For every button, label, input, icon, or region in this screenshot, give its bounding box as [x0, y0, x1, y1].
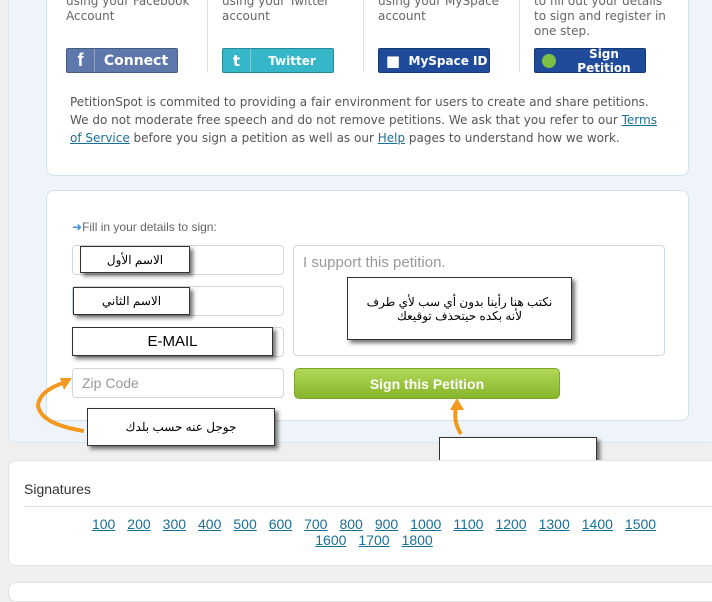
- signature-page-link[interactable]: 1500: [625, 516, 656, 532]
- arrowhead: [450, 398, 464, 410]
- signatures-title: Signatures: [24, 481, 91, 497]
- signature-page-link[interactable]: 500: [233, 516, 256, 532]
- signature-page-link[interactable]: 400: [198, 516, 221, 532]
- signature-page-link[interactable]: 200: [127, 516, 150, 532]
- next-card: [8, 582, 712, 602]
- signature-page-link[interactable]: 300: [163, 516, 186, 532]
- signature-page-link[interactable]: 900: [375, 516, 398, 532]
- signature-pages: 100 200 300 400 500 600 700 800 900 1000 1100 1200 1…: [24, 516, 712, 548]
- signature-page-link[interactable]: 1700: [358, 532, 389, 548]
- signature-page-link[interactable]: 700: [304, 516, 327, 532]
- signature-page-link[interactable]: 1000: [410, 516, 441, 532]
- divider: [24, 506, 712, 507]
- signatures-card: [8, 460, 712, 566]
- signature-page-link[interactable]: 1800: [402, 532, 433, 548]
- signature-page-link[interactable]: 1100: [453, 516, 483, 532]
- signature-page-link[interactable]: 600: [269, 516, 292, 532]
- arrow-to-zip: [35, 380, 85, 433]
- signature-page-link[interactable]: 1400: [582, 516, 613, 532]
- signature-page-link[interactable]: 1300: [539, 516, 570, 532]
- signature-page-link[interactable]: 1200: [495, 516, 526, 532]
- signature-page-link[interactable]: 100: [92, 516, 115, 532]
- signature-page-link[interactable]: 1600: [315, 532, 346, 548]
- signature-page-link[interactable]: 800: [339, 516, 362, 532]
